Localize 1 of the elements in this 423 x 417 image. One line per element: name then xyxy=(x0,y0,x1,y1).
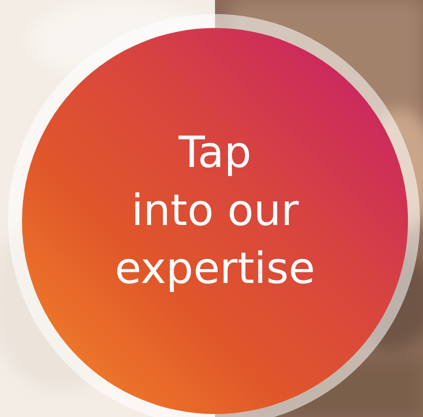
headline: Tap into our expertise xyxy=(114,127,316,296)
